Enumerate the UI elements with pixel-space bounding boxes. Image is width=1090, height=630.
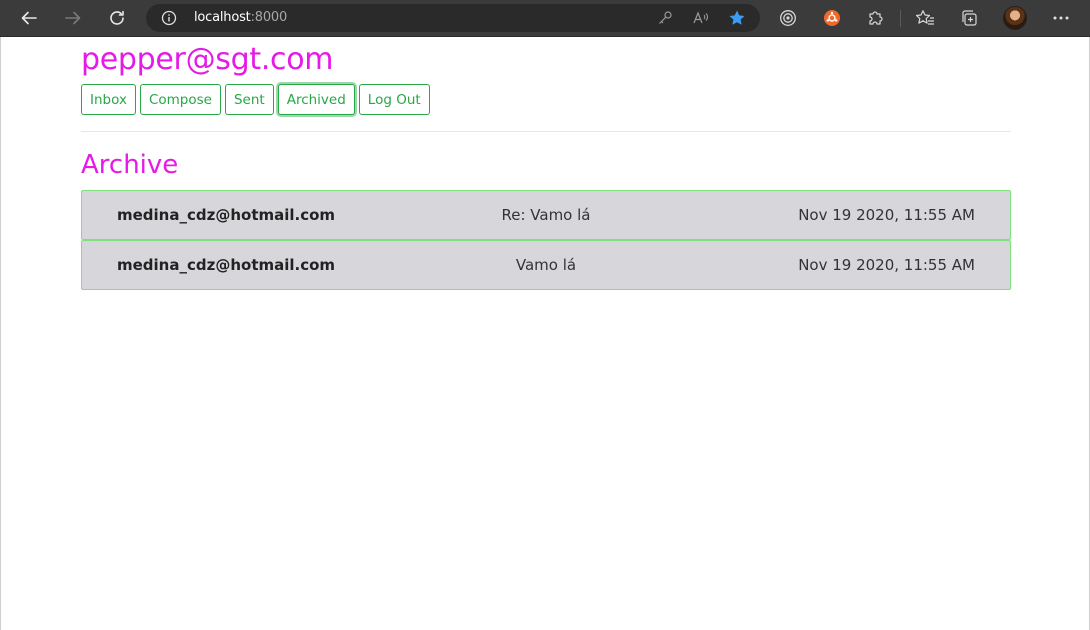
forward-arrow-icon[interactable] bbox=[58, 4, 88, 32]
extension-orange-icon[interactable] bbox=[820, 6, 844, 30]
toolbar-divider bbox=[900, 10, 901, 27]
email-list: medina_cdz@hotmail.com Re: Vamo lá Nov 1… bbox=[81, 190, 1011, 290]
tracking-prevention-icon[interactable] bbox=[776, 6, 800, 30]
url-host: localhost bbox=[194, 10, 251, 25]
email-timestamp: Nov 19 2020, 11:55 AM bbox=[798, 206, 975, 224]
key-icon[interactable] bbox=[656, 9, 674, 27]
inbox-button[interactable]: Inbox bbox=[81, 84, 136, 115]
sent-button[interactable]: Sent bbox=[224, 84, 274, 115]
back-arrow-icon[interactable] bbox=[14, 4, 44, 32]
more-icon[interactable] bbox=[1049, 6, 1073, 30]
browser-toolbar: localhost:8000 bbox=[0, 0, 1090, 37]
header-divider bbox=[81, 131, 1011, 132]
favorites-icon[interactable] bbox=[913, 6, 937, 30]
read-aloud-icon[interactable] bbox=[692, 9, 710, 27]
archived-button[interactable]: Archived bbox=[277, 84, 355, 115]
favorite-star-icon[interactable] bbox=[728, 9, 746, 27]
user-email-heading: pepper@sgt.com bbox=[81, 42, 334, 77]
email-row[interactable]: medina_cdz@hotmail.com Vamo lá Nov 19 20… bbox=[81, 240, 1011, 290]
collections-icon[interactable] bbox=[957, 6, 981, 30]
address-bar[interactable]: localhost:8000 bbox=[146, 4, 760, 32]
email-timestamp: Nov 19 2020, 11:55 AM bbox=[798, 256, 975, 274]
url-text: localhost:8000 bbox=[194, 10, 287, 26]
view-title: Archive bbox=[81, 150, 179, 180]
compose-button[interactable]: Compose bbox=[139, 84, 221, 115]
logout-button[interactable]: Log Out bbox=[358, 84, 430, 115]
info-icon[interactable] bbox=[161, 10, 177, 30]
mail-nav-buttons: Inbox Compose Sent Archived Log Out bbox=[81, 84, 430, 115]
profile-avatar[interactable] bbox=[1003, 6, 1027, 30]
page-content: pepper@sgt.com Inbox Compose Sent Archiv… bbox=[0, 37, 1090, 630]
refresh-icon[interactable] bbox=[102, 4, 132, 32]
email-row[interactable]: medina_cdz@hotmail.com Re: Vamo lá Nov 1… bbox=[81, 190, 1011, 240]
url-port: :8000 bbox=[250, 10, 288, 25]
extensions-puzzle-icon[interactable] bbox=[864, 6, 888, 30]
